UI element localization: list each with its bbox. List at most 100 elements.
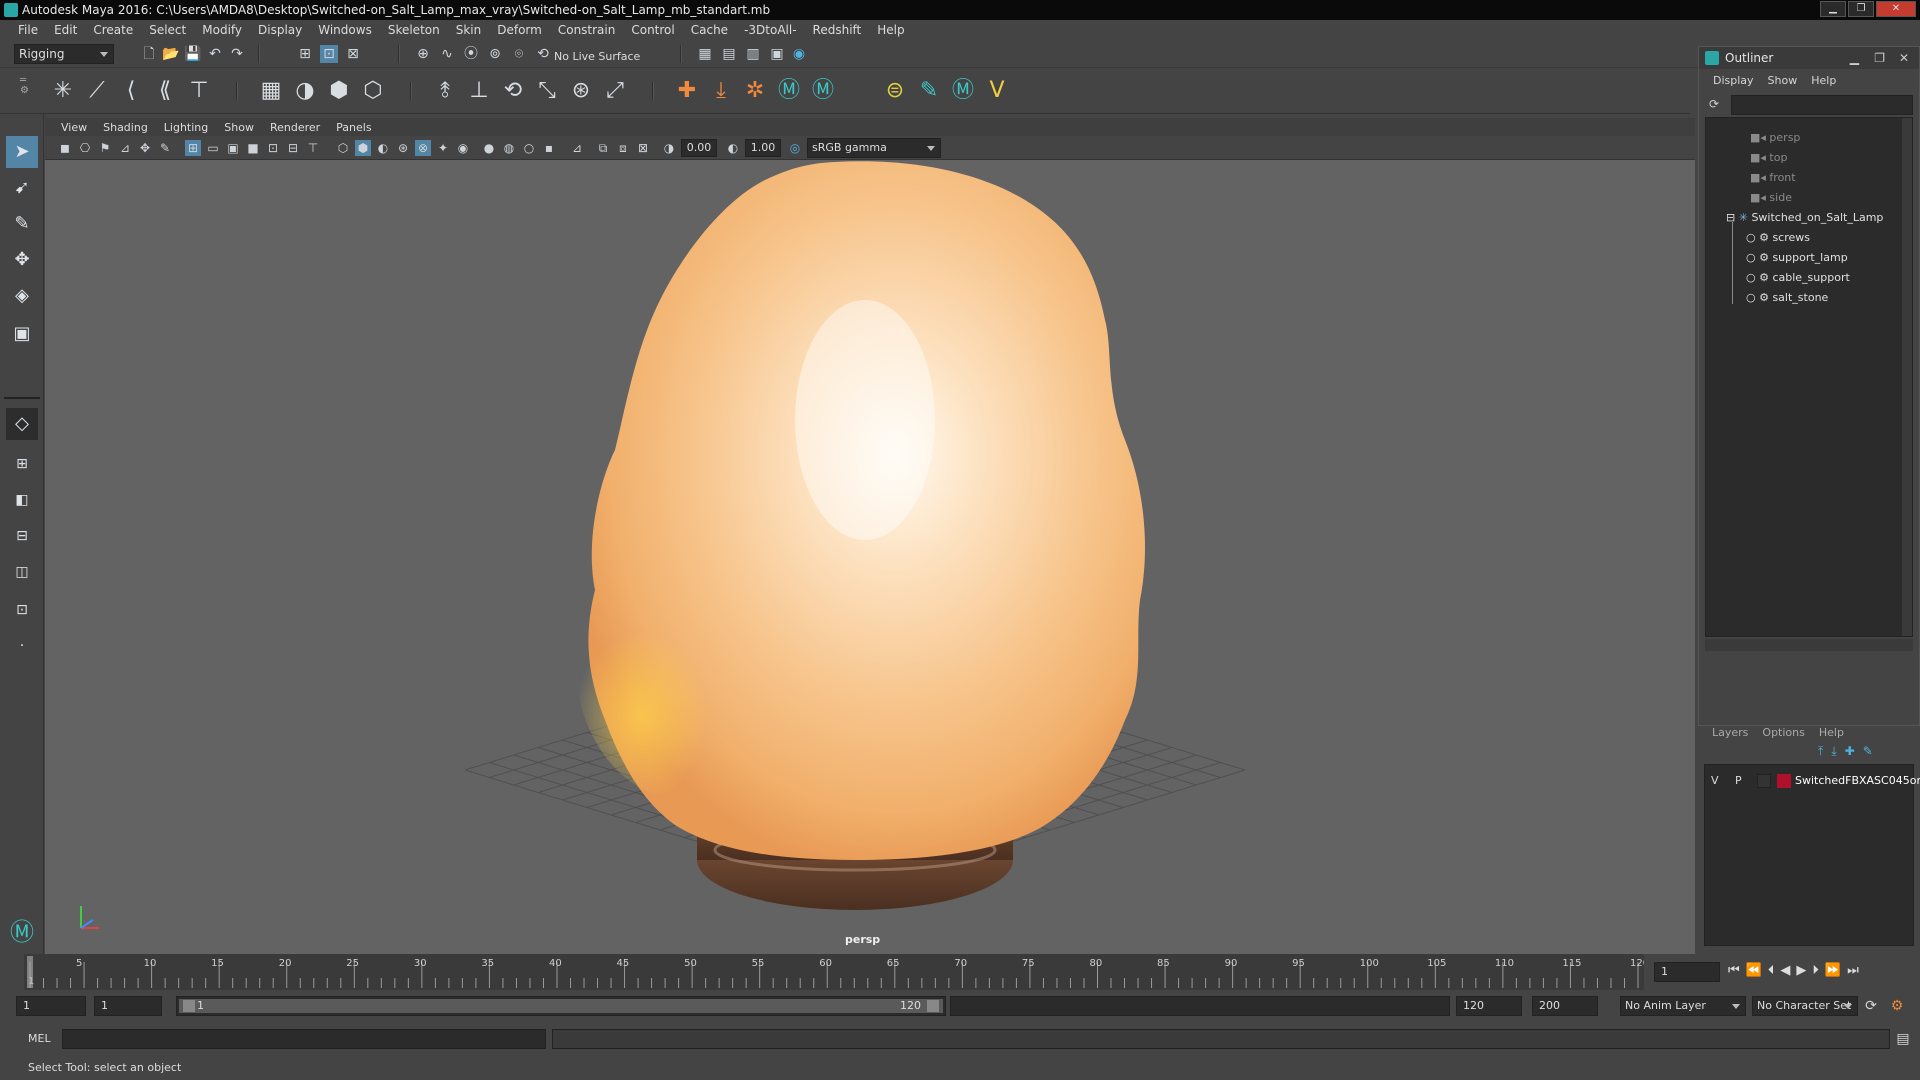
step-forward-key-icon[interactable]: ⏩	[1825, 963, 1841, 978]
snap-grid-icon[interactable]: ⊕	[414, 45, 432, 63]
menu-modify[interactable]: Modify	[194, 23, 250, 37]
isolate-select-icon[interactable]: ◉	[455, 140, 471, 156]
gate-mask-icon[interactable]: ■	[245, 140, 261, 156]
play-backward-icon[interactable]: ◀	[1780, 963, 1790, 978]
step-back-frame-icon[interactable]: ⏴	[1768, 963, 1775, 978]
xray-active-icon[interactable]: ⊠	[635, 140, 651, 156]
locator-icon[interactable]: ✚	[672, 76, 702, 106]
layer-menu-help[interactable]: Help	[1819, 726, 1844, 739]
ambient-occlusion-icon[interactable]: ●	[481, 140, 497, 156]
hik-icon-2[interactable]: Ⓜ	[808, 76, 838, 106]
resolution-gate-icon[interactable]: ▣	[225, 140, 241, 156]
snap-live-icon[interactable]: ⟲	[534, 45, 552, 63]
layer-visibility-toggle[interactable]: V	[1711, 774, 1719, 787]
safe-title-icon[interactable]: ⊤	[305, 140, 321, 156]
mirror-joint-icon[interactable]: ⟪	[150, 76, 180, 106]
salt-stone[interactable]	[575, 161, 1145, 861]
current-frame-field[interactable]: 1	[1654, 962, 1720, 982]
depth-of-field-icon[interactable]: ▪	[541, 140, 557, 156]
end-time-field[interactable]: 200	[1532, 996, 1598, 1016]
open-scene-icon[interactable]: 📂	[162, 45, 180, 63]
select-component-icon[interactable]: ⊠	[344, 45, 362, 63]
anim-layer-dropdown[interactable]: No Anim Layer	[1620, 996, 1746, 1016]
film-gate-icon[interactable]: ▭	[205, 140, 221, 156]
aim-constraint-icon[interactable]: ⊥	[464, 76, 494, 106]
detach-skin-icon[interactable]: ⬡	[358, 76, 388, 106]
outliner-maximize-button[interactable]: ❐	[1874, 47, 1885, 69]
outliner-item-screws[interactable]: ○ ⚙ screws	[1746, 228, 1810, 248]
safe-action-icon[interactable]: ⊟	[285, 140, 301, 156]
move-layer-up-icon[interactable]: ⤒	[1818, 744, 1823, 759]
snap-curve-icon[interactable]: ∿	[438, 45, 456, 63]
field-chart-icon[interactable]: ⊡	[265, 140, 281, 156]
start-time-field[interactable]: 1	[16, 996, 86, 1016]
exposure-field[interactable]: 0.00	[681, 139, 717, 157]
range-start-grip[interactable]	[183, 1000, 195, 1012]
layer-row[interactable]: V P SwitchedFBXASC045or	[1705, 771, 1920, 791]
new-scene-icon[interactable]: 🗋	[140, 45, 158, 63]
script-editor-icon[interactable]: ▤	[1894, 1030, 1912, 1048]
vp-menu-view[interactable]: View	[53, 121, 95, 134]
menu-cache[interactable]: Cache	[683, 23, 736, 37]
go-to-end-icon[interactable]: ⏭	[1847, 963, 1859, 978]
time-ruler[interactable]: 1510152025303540455055606570758085909510…	[24, 954, 1644, 990]
graph-layout-icon[interactable]: ⊟	[6, 520, 38, 552]
menu-help[interactable]: Help	[869, 23, 912, 37]
lasso-tool-icon[interactable]: ➹	[6, 172, 38, 204]
menu-skeleton[interactable]: Skeleton	[380, 23, 448, 37]
point-constraint-icon[interactable]: ⥉	[430, 76, 460, 106]
vp-menu-shading[interactable]: Shading	[95, 121, 156, 134]
outliner-item-group[interactable]: ⊟ ✳ Switched_on_Salt_Lamp	[1726, 208, 1883, 228]
default-lighting-icon[interactable]: ⊗	[415, 140, 431, 156]
pole-vector-icon[interactable]: ⤢	[600, 76, 630, 106]
isolate-icon[interactable]: ⊿	[569, 140, 585, 156]
orient-constraint-icon[interactable]: ⟲	[498, 76, 528, 106]
gamma-icon[interactable]: ◐	[725, 140, 741, 156]
scale-tool-icon[interactable]: ▣	[6, 318, 38, 350]
textured-icon[interactable]: ⊛	[395, 140, 411, 156]
grid-icon[interactable]: ⊞	[185, 140, 201, 156]
ik-handle-icon[interactable]: ⟋	[82, 76, 112, 106]
outliner-menu-help[interactable]: Help	[1811, 71, 1836, 91]
snap-point-icon[interactable]: ⦿	[462, 45, 480, 63]
play-forward-icon[interactable]: ▶	[1796, 963, 1806, 978]
close-button[interactable]: ✕	[1876, 1, 1916, 17]
playback-end-field[interactable]: 120	[1456, 996, 1522, 1016]
color-management-icon[interactable]: ◎	[787, 140, 803, 156]
use-all-lights-icon[interactable]: ◐	[375, 140, 391, 156]
menu-constrain[interactable]: Constrain	[550, 23, 624, 37]
motion-blur-icon[interactable]: ◍	[501, 140, 517, 156]
view-transform-dropdown[interactable]: sRGB gamma	[807, 138, 941, 158]
shadows-icon[interactable]: ✦	[435, 140, 451, 156]
redo-icon[interactable]: ↷	[228, 45, 246, 63]
snap-surface-icon[interactable]: ⌾	[510, 45, 528, 63]
scene-canvas[interactable]	[45, 160, 1695, 954]
range-slider-track[interactable]	[950, 996, 1450, 1016]
outliner-menu-show[interactable]: Show	[1768, 71, 1798, 91]
render-frame-icon[interactable]: ▤	[720, 45, 738, 63]
render-settings-icon[interactable]: ▦	[696, 45, 714, 63]
wireframe-icon[interactable]: ⬡	[335, 140, 351, 156]
smooth-shade-icon[interactable]: ⬢	[355, 140, 371, 156]
persp-graph-layout-icon[interactable]: ⊡	[6, 594, 38, 626]
rotate-tool-icon[interactable]: ◈	[6, 280, 38, 312]
ik-spline-icon[interactable]: ⟨	[116, 76, 146, 106]
menu-edit[interactable]: Edit	[46, 23, 85, 37]
move-tool-icon[interactable]: ✥	[6, 244, 38, 276]
four-view-layout-icon[interactable]: ⊞	[6, 448, 38, 480]
joint-tool-icon[interactable]: ✳	[48, 76, 78, 106]
bookmark-icon[interactable]: ⚑	[97, 140, 113, 156]
cluster-icon[interactable]: ⤓	[706, 76, 736, 106]
paint-weights-icon[interactable]: ⬢	[324, 76, 354, 106]
new-layer-selected-icon[interactable]: ✎	[1863, 744, 1873, 759]
outliner-item-salt-stone[interactable]: ○ ⚙ salt_stone	[1746, 288, 1828, 308]
outliner-item-top[interactable]: ■◂ top	[1750, 148, 1787, 168]
ipr-render-icon[interactable]: ▥	[744, 45, 762, 63]
outliner-item-side[interactable]: ■◂ side	[1750, 188, 1792, 208]
save-scene-icon[interactable]: 💾	[184, 45, 202, 63]
maximize-button[interactable]: ❐	[1848, 1, 1874, 17]
outliner-close-button[interactable]: ✕	[1899, 47, 1909, 69]
blend-shape-icon[interactable]: ⊜	[880, 76, 910, 106]
outliner-menu-display[interactable]: Display	[1713, 71, 1754, 91]
grease-pencil-icon[interactable]: ✎	[157, 140, 173, 156]
